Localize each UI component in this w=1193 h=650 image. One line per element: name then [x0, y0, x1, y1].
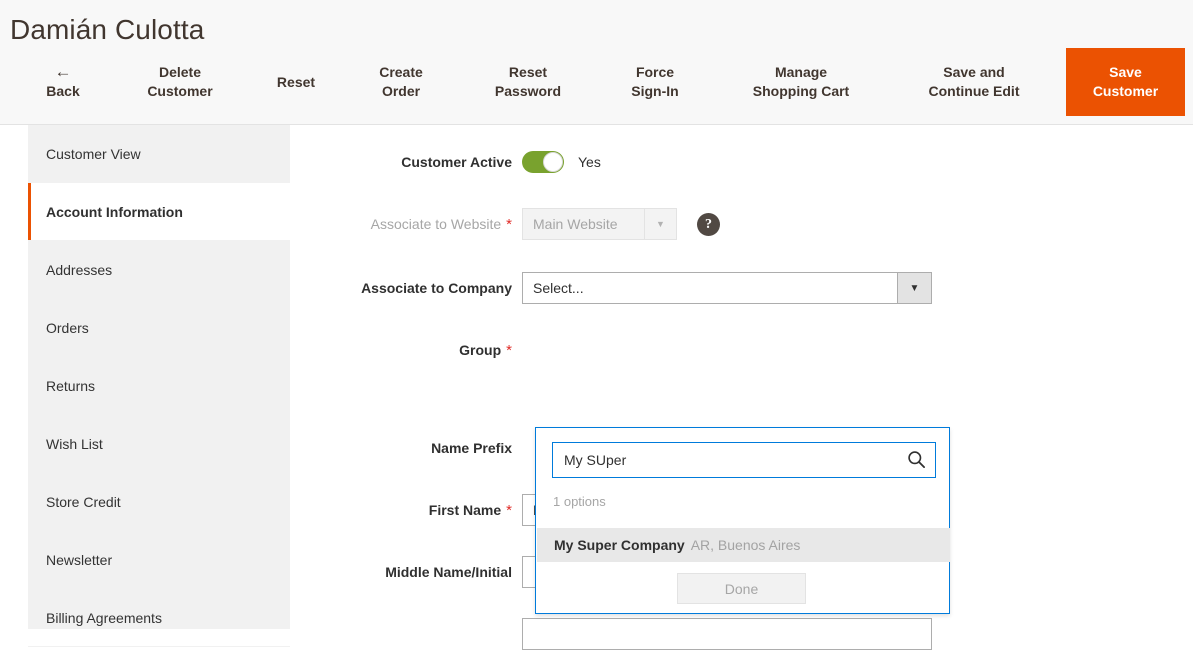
create-order-line1: Create	[379, 64, 423, 80]
reset-button[interactable]: Reset	[252, 48, 340, 116]
page-header: Damián Culotta ← Back Delete Customer Re…	[0, 0, 1193, 125]
chevron-down-icon: ▼	[644, 209, 676, 239]
arrow-left-icon: ←	[54, 62, 72, 81]
sidebar-item-billing-agreements[interactable]: Billing Agreements	[28, 589, 290, 647]
sidebar-item-account-information[interactable]: Account Information	[28, 183, 290, 241]
reset-password-line2: Password	[494, 83, 562, 99]
name-prefix-label: Name Prefix	[431, 440, 512, 456]
back-button-label: Back	[46, 83, 80, 99]
associate-to-company-value: Select...	[533, 280, 584, 296]
group-label: Group *	[290, 334, 522, 367]
required-asterisk: *	[506, 502, 512, 519]
sidebar-item-label: Returns	[46, 377, 96, 394]
company-dropdown-panel: 1 options My Super Company AR, Buenos Ai…	[535, 427, 950, 614]
create-order-line2: Order	[381, 83, 421, 99]
associate-to-website-label-text: Associate to Website	[370, 216, 502, 232]
delete-customer-line2: Customer	[147, 83, 213, 99]
company-option-name: My Super Company	[554, 537, 685, 553]
sidebar-item-label: Wish List	[46, 435, 103, 452]
company-search-input[interactable]	[552, 442, 936, 478]
middle-name-label: Middle Name/Initial	[385, 564, 512, 580]
save-continue-line2: Continue Edit	[928, 83, 1020, 99]
sidebar-item-label: Orders	[46, 319, 89, 336]
customer-active-value: Yes	[578, 154, 601, 170]
company-options-count: 1 options	[553, 494, 606, 509]
sidebar-item-label: Account Information	[46, 203, 183, 220]
associate-to-company-select[interactable]: Select... ▼	[522, 272, 932, 304]
save-continue-line1: Save and	[943, 64, 1005, 80]
field-last-name	[290, 618, 1193, 650]
reset-password-button[interactable]: Reset Password	[462, 48, 594, 116]
reset-button-label: Reset	[276, 73, 316, 90]
customer-information-sidebar: Customer View Account Information Addres…	[28, 125, 290, 647]
associate-to-website-value: Main Website	[533, 216, 618, 232]
save-and-continue-edit-button[interactable]: Save and Continue Edit	[892, 48, 1056, 116]
first-name-label-text: First Name	[428, 502, 502, 518]
sidebar-item-store-credit[interactable]: Store Credit	[28, 473, 290, 531]
manage-shopping-cart-button[interactable]: Manage Shopping Cart	[718, 48, 884, 116]
company-done-button[interactable]: Done	[677, 573, 806, 604]
customer-active-toggle[interactable]	[522, 151, 564, 173]
help-icon[interactable]: ?	[697, 213, 720, 236]
group-label-text: Group	[459, 342, 502, 358]
company-option-location: AR, Buenos Aires	[690, 537, 801, 553]
delete-customer-button[interactable]: Delete Customer	[120, 48, 240, 116]
company-option-row[interactable]: My Super Company AR, Buenos Aires	[537, 528, 950, 562]
page-actions-toolbar: ← Back Delete Customer Reset Create Orde…	[0, 48, 1193, 118]
required-asterisk: *	[506, 342, 512, 359]
sidebar-item-orders[interactable]: Orders	[28, 299, 290, 357]
page-body: Customer View Account Information Addres…	[0, 125, 1193, 650]
force-sign-in-line1: Force	[635, 64, 675, 80]
associate-to-website-label: Associate to Website *	[290, 208, 522, 241]
customer-active-label: Customer Active	[401, 154, 512, 170]
save-customer-button[interactable]: Save Customer	[1066, 48, 1185, 116]
field-associate-to-company: Associate to Company Select... ▼	[290, 272, 1193, 304]
sidebar-item-label: Customer View	[46, 145, 141, 162]
manage-cart-line1: Manage	[774, 64, 828, 80]
save-customer-line1: Save	[1109, 64, 1142, 80]
associate-to-company-label: Associate to Company	[361, 280, 512, 296]
company-search-wrapper	[552, 442, 936, 478]
page-title: Damián Culotta	[10, 14, 205, 45]
field-associate-to-website: Associate to Website * Main Website ▼ ?	[290, 208, 1193, 241]
sidebar-item-addresses[interactable]: Addresses	[28, 241, 290, 299]
sidebar-item-label: Store Credit	[46, 493, 121, 510]
required-asterisk: *	[506, 216, 512, 233]
create-order-button[interactable]: Create Order	[352, 48, 450, 116]
sidebar-item-label: Newsletter	[46, 551, 113, 568]
force-sign-in-line2: Sign-In	[631, 83, 679, 99]
sidebar-item-label: Addresses	[46, 261, 113, 278]
associate-to-website-select: Main Website ▼	[522, 208, 677, 240]
sidebar-item-customer-view[interactable]: Customer View	[28, 125, 290, 183]
save-customer-line2: Customer	[1092, 83, 1159, 99]
field-customer-active: Customer Active Yes	[290, 146, 1193, 178]
sidebar-item-label: Billing Agreements	[46, 609, 162, 626]
force-sign-in-button[interactable]: Force Sign-In	[604, 48, 706, 116]
sidebar-item-wish-list[interactable]: Wish List	[28, 415, 290, 473]
manage-cart-line2: Shopping Cart	[752, 83, 850, 99]
last-name-input[interactable]	[522, 618, 932, 650]
first-name-label: First Name *	[290, 494, 522, 527]
sidebar-item-returns[interactable]: Returns	[28, 357, 290, 415]
sidebar-item-newsletter[interactable]: Newsletter	[28, 531, 290, 589]
back-button[interactable]: ← Back	[22, 48, 104, 116]
toggle-knob-icon	[543, 152, 563, 172]
chevron-down-icon[interactable]: ▼	[897, 273, 931, 303]
field-group: Group *	[290, 334, 1193, 367]
reset-password-line1: Reset	[508, 64, 548, 80]
delete-customer-line1: Delete	[158, 64, 202, 80]
